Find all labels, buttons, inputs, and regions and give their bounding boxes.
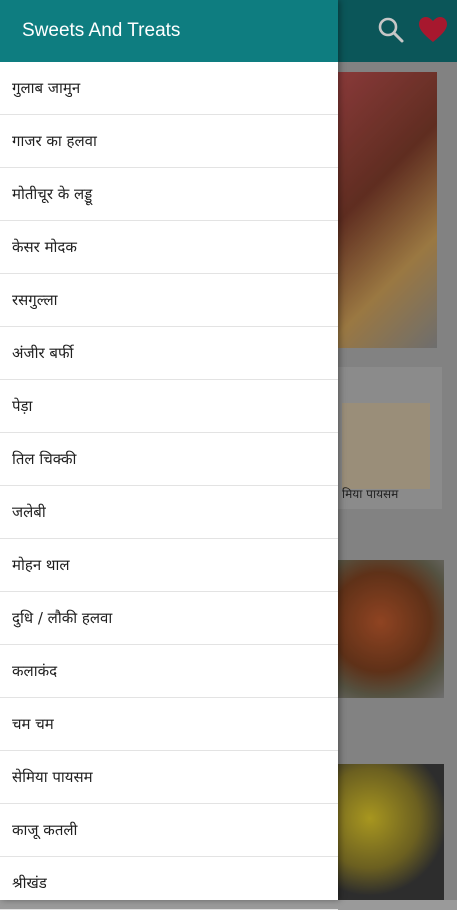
drawer-title: Sweets And Treats — [22, 20, 181, 41]
menu-item-label: तिल चिक्की — [12, 450, 77, 468]
menu-item-label: कलाकंद — [12, 662, 58, 680]
menu-item-label: दुधि / लौकी हलवा — [12, 609, 113, 627]
menu-item-label: जलेबी — [12, 503, 46, 521]
menu-item[interactable]: गुलाब जामुन — [0, 62, 338, 115]
menu-item-label: श्रीखंड — [12, 874, 47, 892]
menu-item[interactable]: केसर मोदक — [0, 221, 338, 274]
drawer-menu: गुलाब जामुन गाजर का हलवा मोतीचूर के लड्ड… — [0, 62, 338, 910]
menu-item-label: केसर मोदक — [12, 238, 77, 256]
navigation-drawer: Sweets And Treats गुलाब जामुन गाजर का हल… — [0, 0, 338, 910]
menu-item[interactable]: रसगुल्ला — [0, 274, 338, 327]
menu-item[interactable]: दुधि / लौकी हलवा — [0, 592, 338, 645]
menu-item-label: सेमिया पायसम — [12, 768, 93, 786]
menu-item-label: मोहन थाल — [12, 556, 70, 574]
menu-item[interactable]: श्रीखंड — [0, 857, 338, 910]
menu-item[interactable]: काजू कतली — [0, 804, 338, 857]
menu-item[interactable]: सेमिया पायसम — [0, 751, 338, 804]
menu-item-label: पेड़ा — [12, 397, 33, 415]
menu-item-label: चम चम — [12, 715, 54, 733]
menu-item[interactable]: कलाकंद — [0, 645, 338, 698]
menu-item[interactable]: तिल चिक्की — [0, 433, 338, 486]
menu-item-label: अंजीर बर्फी — [12, 344, 74, 362]
menu-item[interactable]: मोतीचूर के लड्डू — [0, 168, 338, 221]
menu-item[interactable]: गाजर का हलवा — [0, 115, 338, 168]
menu-item-label: गाजर का हलवा — [12, 132, 97, 150]
menu-item-label: रसगुल्ला — [12, 291, 58, 309]
menu-item-label: गुलाब जामुन — [12, 79, 81, 97]
menu-item-label: मोतीचूर के लड्डू — [12, 185, 93, 203]
menu-item[interactable]: मोहन थाल — [0, 539, 338, 592]
menu-item-label: काजू कतली — [12, 821, 78, 839]
menu-item[interactable]: पेड़ा — [0, 380, 338, 433]
drawer-header: Sweets And Treats — [0, 0, 338, 62]
menu-item[interactable]: जलेबी — [0, 486, 338, 539]
menu-item[interactable]: अंजीर बर्फी — [0, 327, 338, 380]
menu-item[interactable]: चम चम — [0, 698, 338, 751]
